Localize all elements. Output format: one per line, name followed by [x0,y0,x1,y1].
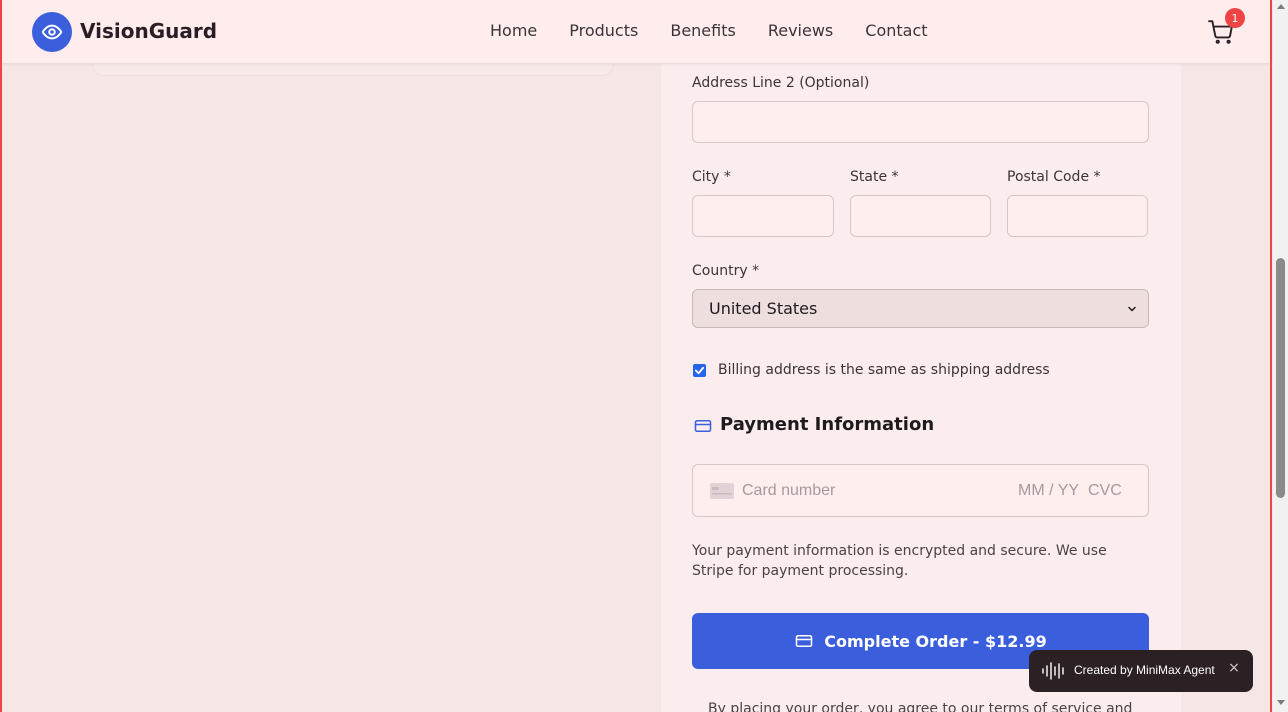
postal-code-input[interactable] [1007,195,1148,237]
waveform-icon [1042,662,1064,680]
state-label: State * [850,169,899,185]
nav-home[interactable]: Home [490,21,537,40]
address-line-2-input[interactable] [692,101,1149,143]
logo[interactable] [32,12,72,52]
toast-text: Created by MiniMax Agent [1074,663,1215,677]
stripe-card-field[interactable]: Card number MM / YY CVC [692,464,1149,517]
scroll-down-arrow-icon[interactable] [1277,700,1285,705]
billing-same-label[interactable]: Billing address is the same as shipping … [718,362,1050,378]
cart-count-badge: 1 [1225,8,1245,28]
card-brand-icon [710,483,734,499]
complete-order-label: Complete Order - $12.99 [824,631,1047,651]
nav-benefits[interactable]: Benefits [670,21,736,40]
city-input[interactable] [692,195,834,237]
state-input[interactable] [850,195,991,237]
country-label: Country * [692,263,760,279]
billing-same-checkbox[interactable] [693,364,706,377]
main-nav: Home Products Benefits Reviews Contact [490,21,928,40]
checkmark-icon [694,366,705,375]
expiry-placeholder: MM / YY [1018,482,1080,499]
postal-code-label: Postal Code * [1007,169,1101,185]
terms-notice: By placing your order, you agree to our … [708,701,1133,712]
nav-products[interactable]: Products [569,21,638,40]
nav-reviews[interactable]: Reviews [768,21,833,40]
page-scrollbar[interactable] [1273,0,1288,712]
country-select[interactable]: United States [692,289,1149,328]
chevron-down-icon [1128,306,1136,312]
toast-close-button[interactable]: × [1225,660,1243,676]
cvc-placeholder: CVC [1088,482,1122,499]
scrollbar-thumb[interactable] [1276,258,1285,498]
brand-name[interactable]: VisionGuard [80,19,217,43]
agent-toast: Created by MiniMax Agent × [1029,650,1253,692]
card-number-placeholder: Card number [742,482,836,499]
frame-border-left [0,0,2,712]
payment-section-title: Payment Information [720,414,935,435]
frame-border-right [1270,0,1272,712]
country-select-value: United States [709,299,818,318]
site-header: VisionGuard Home Products Benefits Revie… [0,0,1272,64]
credit-card-icon [796,635,813,647]
eye-icon [41,24,63,40]
nav-contact[interactable]: Contact [865,21,927,40]
city-label: City * [692,169,731,185]
scroll-up-arrow-icon[interactable] [1277,4,1285,9]
credit-card-icon [694,420,712,432]
payment-secure-note: Your payment information is encrypted an… [692,543,1107,579]
address-line-2-label: Address Line 2 (Optional) [692,75,870,91]
